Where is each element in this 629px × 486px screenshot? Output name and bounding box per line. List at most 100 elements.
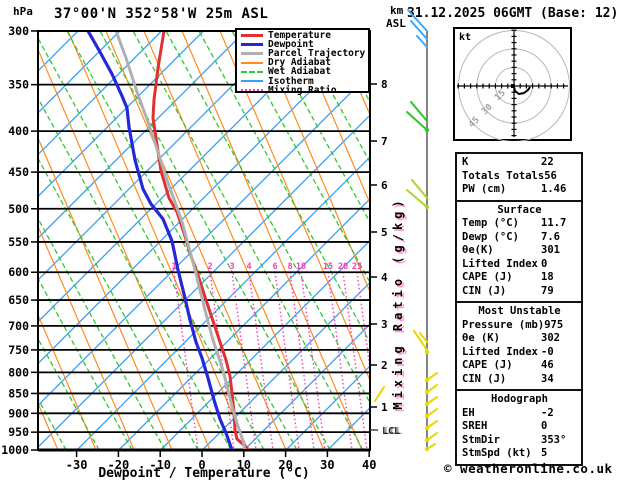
stats-row: Totals Totals 56 [462, 170, 577, 184]
stats-row-label: SREH [462, 420, 488, 432]
km-tick-label: 6 [381, 179, 388, 192]
legend-box: Temperature Dewpoint Parcel Trajectory Dry … [235, 28, 370, 96]
stats-row: PW (cm) 1.46 [462, 183, 577, 197]
credit-watermark: © weatheronline.co.uk [444, 461, 613, 476]
mixing-ratio-value-label: 2 [207, 262, 212, 272]
pressure-tick-label: 450 [8, 165, 29, 179]
legend-label: Mixing Ratio [268, 84, 337, 96]
stats-section: Surface Temp (°C) 11.7 Dewp (°C) 7.6 θe(K) 301… [457, 199, 581, 302]
pressure-tick-label: 650 [8, 293, 29, 307]
stats-row-value: 302 [541, 332, 560, 344]
stats-row-value: 975 [544, 318, 564, 331]
wind-barb [406, 111, 428, 131]
legend-swatch-solid [241, 34, 263, 38]
pressure-tick-label: 350 [8, 78, 29, 92]
stats-row-label: StmSpd (kt) [462, 447, 532, 459]
stats-row-value: 22 [541, 156, 554, 168]
stats-row-label: Lifted Index [462, 345, 538, 358]
wind-barb-dot [424, 437, 430, 443]
mixing-ratio-value-label: 3 [229, 262, 234, 272]
stats-row-label: PW (cm) [462, 183, 507, 195]
stats-row: CIN (J) 34 [462, 373, 577, 387]
stats-row: Dewp (°C) 7.6 [462, 231, 577, 245]
legend-swatch-solid [241, 43, 263, 47]
stats-row-value: 34 [541, 372, 554, 385]
stats-row-value: 301 [541, 244, 560, 256]
stats-row: θe (K) 302 [462, 332, 577, 346]
stats-row-label: EH [462, 406, 475, 419]
stats-row-label: CIN (J) [462, 372, 507, 385]
stats-section-header: Hodograph [491, 393, 548, 405]
wind-barb [410, 20, 428, 40]
stats-row-value: 7.6 [541, 230, 560, 243]
stats-row: EH -2 [462, 407, 577, 421]
mixing-ratio-value-label: 25 [352, 262, 362, 272]
mixing-ratio-value-label: 20 [338, 262, 348, 272]
stats-row: StmSpd (kt) 5 [462, 447, 577, 461]
mixing-ratio-line [274, 271, 300, 450]
stats-row: θe(K) 301 [462, 244, 577, 258]
stats-row-label: StmDir [462, 433, 500, 446]
stats-panel: K 22 Totals Totals 56 PW (cm) 1.46 Surface Temp… [455, 152, 583, 466]
temperature-axis-label: Dewpoint / Temperature (°C) [98, 466, 310, 481]
stats-row: K 22 [462, 156, 577, 170]
stats-row-label: CIN (J) [462, 284, 507, 297]
mixing-ratio-axis-label: Mixing Ratio (g/kg) [391, 196, 405, 410]
stats-section-header: Most Unstable [478, 305, 561, 317]
stats-section: K 22 Totals Totals 56 PW (cm) 1.46 [457, 154, 581, 200]
pressure-tick-label: 950 [8, 425, 29, 439]
stats-row: SREH 0 [462, 420, 577, 434]
mixing-ratio-value-label: 10 [296, 262, 306, 272]
stats-row-value: -2 [541, 406, 554, 419]
wind-barb-dot [424, 446, 430, 452]
stats-row-value: 18 [541, 271, 554, 283]
pressure-tick-label: 1000 [1, 443, 29, 457]
stats-row-value: 56 [544, 169, 557, 182]
km-tick-label: 8 [381, 78, 388, 91]
stats-row-label: CAPE (J) [462, 359, 513, 371]
stats-row-label: θe (K) [462, 332, 500, 344]
wind-barb-dot [424, 425, 430, 431]
stats-row-value: 79 [541, 284, 554, 297]
wind-barb-dot [424, 127, 430, 133]
wind-barb [374, 386, 385, 402]
legend-swatch-solid [241, 52, 263, 56]
stats-row: StmDir 353° [462, 434, 577, 448]
stats-row-label: Dewp (°C) [462, 230, 519, 243]
km-tick-label: 7 [381, 135, 388, 148]
stats-row: CIN (J) 79 [462, 285, 577, 299]
stats-row-label: CAPE (J) [462, 271, 513, 283]
wind-barb-dot [424, 204, 430, 210]
wind-barb-dot [424, 349, 430, 355]
dewpoint-curve [86, 31, 234, 450]
stats-row: Lifted Index 0 [462, 258, 577, 272]
wind-barb-dot [424, 413, 430, 419]
stats-row-value: 0 [541, 257, 548, 270]
legend-swatch-solid [241, 61, 263, 64]
pressure-tick-label: 550 [8, 235, 29, 249]
stats-row-label: Temp (°C) [462, 217, 519, 229]
mixing-ratio-line [289, 271, 315, 450]
mixing-ratio-value-label: 15 [323, 262, 333, 272]
stats-row-value: 353° [541, 433, 567, 446]
pressure-tick-label: 900 [8, 406, 29, 420]
legend-swatch-solid [241, 80, 263, 83]
km-tick-label: 3 [381, 318, 388, 331]
wind-barb-dot [424, 389, 430, 395]
pressure-tick-label: 750 [8, 343, 29, 357]
pressure-tick-label: 400 [8, 124, 29, 138]
stats-row-label: θe(K) [462, 244, 494, 256]
km-tick-label: 2 [381, 359, 388, 372]
pressure-tick-label: 850 [8, 386, 29, 400]
stats-row-label: Pressure (mb) [462, 318, 545, 331]
skewt-sounding-page: hPa 37°00'N 352°58'W 25m ASL km ASL 31.1… [0, 0, 629, 486]
pressure-tick-label: 300 [8, 24, 29, 38]
legend-swatch-dotted [241, 89, 263, 92]
stats-row-value: 11.7 [541, 217, 567, 229]
stats-row-value: 46 [541, 359, 554, 371]
mixing-ratio-line [327, 271, 353, 450]
legend-row: Mixing Ratio [241, 84, 368, 96]
pressure-tick-label: 800 [8, 365, 29, 379]
km-tick-label: 5 [381, 226, 388, 239]
stats-section-header: Surface [497, 203, 542, 216]
